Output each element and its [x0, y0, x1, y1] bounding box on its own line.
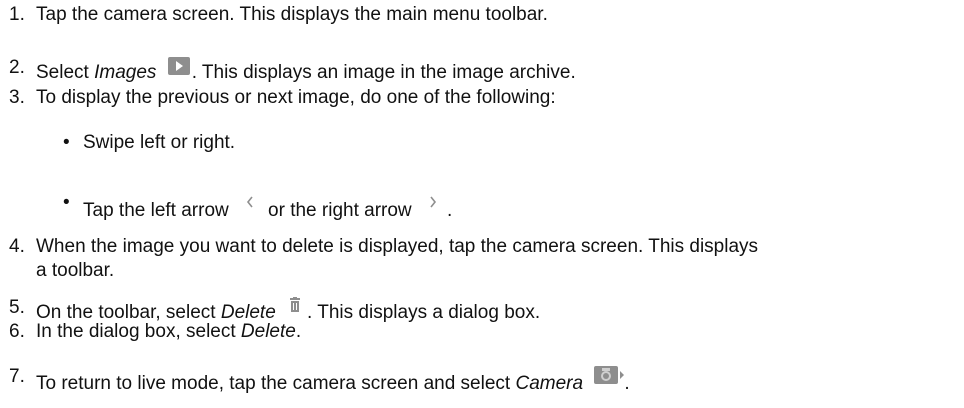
step-number: 5.	[9, 297, 25, 318]
step-text-line-1: When the image you want to delete is dis…	[36, 236, 759, 257]
trash-icon	[289, 297, 301, 319]
right-arrow-icon	[429, 192, 437, 214]
step-number: 1.	[9, 4, 25, 25]
delete-label: Delete	[220, 302, 276, 323]
step-number: 4.	[9, 236, 25, 257]
bullet-text: Tap the left arrow or the right arrow .	[83, 192, 452, 222]
step-text: On the toolbar, select Delete . This dis…	[36, 297, 540, 324]
camera-label: Camera	[515, 373, 584, 394]
bullet-dot: •	[63, 192, 70, 213]
step-text: To return to live mode, tap the camera s…	[36, 366, 630, 395]
step-text: To display the previous or next image, d…	[36, 87, 556, 108]
delete-label: Delete	[240, 321, 296, 342]
left-arrow-icon	[246, 192, 254, 214]
step-text-line-2: a toolbar.	[36, 260, 115, 281]
step-number: 6.	[9, 321, 25, 342]
play-image-icon	[167, 57, 190, 81]
bullet-dot: •	[63, 132, 70, 153]
bullet-text: Swipe left or right.	[83, 132, 236, 153]
step-text: In the dialog box, select Delete.	[36, 321, 302, 342]
images-label: Images	[94, 62, 157, 83]
camera-icon	[594, 366, 625, 390]
step-number: 7.	[9, 366, 25, 387]
step-number: 3.	[9, 87, 25, 108]
step-text: Tap the camera screen. This displays the…	[36, 4, 548, 25]
step-text: Select Images . This displays an image i…	[36, 57, 576, 84]
step-number: 2.	[9, 57, 25, 78]
